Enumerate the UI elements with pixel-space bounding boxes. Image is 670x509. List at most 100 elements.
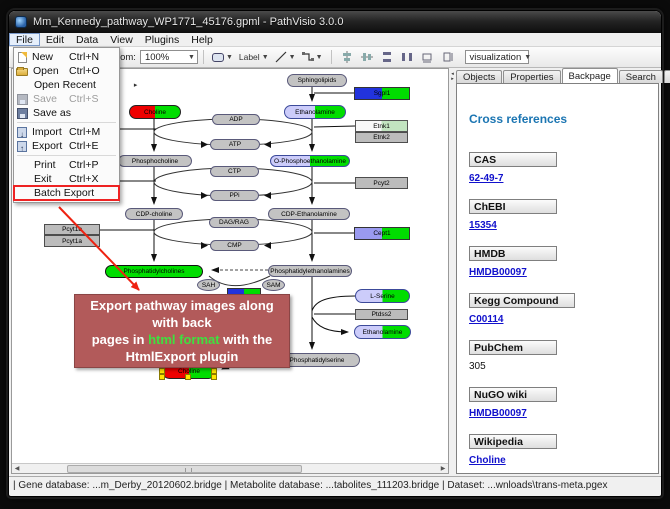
xref-link[interactable]: C00114	[469, 314, 503, 325]
import-icon	[17, 127, 27, 138]
save-as-icon	[17, 108, 28, 119]
line-tool-button[interactable]: ▼	[274, 49, 297, 65]
menu-plugins[interactable]: Plugins	[139, 33, 185, 46]
selection-handle[interactable]	[185, 374, 191, 380]
pathway-node-etnk2[interactable]: Etnk2	[355, 132, 408, 143]
menu-help[interactable]: Help	[185, 33, 219, 46]
distribute-vertical-button[interactable]	[379, 49, 395, 65]
file-menu-item-open[interactable]: OpenCtrl+O	[14, 64, 119, 78]
pathway-node-ptdss2[interactable]: Ptdss2	[355, 309, 408, 320]
pathway-node-ethanolamine[interactable]: Ethanolamine	[284, 105, 346, 119]
pathway-node-cmp[interactable]: CMP	[210, 240, 259, 251]
visualization-combobox[interactable]: visualization ▼	[465, 50, 529, 64]
pathway-node-ctp[interactable]: CTP	[210, 166, 259, 177]
file-menu-item-open-recent[interactable]: Open Recent▸	[14, 78, 119, 92]
tab-properties[interactable]: Properties	[503, 70, 560, 83]
file-menu-item-save[interactable]: SaveCtrl+S	[14, 92, 119, 106]
menu-file[interactable]: File	[9, 33, 40, 46]
menu-data[interactable]: Data	[70, 33, 104, 46]
menu-icon-placeholder	[16, 160, 29, 171]
pathway-node-choline[interactable]: Choline	[129, 105, 181, 119]
align-center-x-icon	[341, 51, 353, 63]
zoom-value: 100%	[145, 52, 169, 63]
tab-search[interactable]: Search	[619, 70, 663, 83]
distribute-horizontal-button[interactable]	[399, 49, 415, 65]
pathway-node-sah[interactable]: SAH	[197, 279, 220, 291]
title-bar[interactable]: Mm_Kennedy_pathway_WP1771_45176.gpml - P…	[9, 11, 661, 33]
align-center-x-button[interactable]	[339, 49, 355, 65]
pathway-node-phosphocholine[interactable]: Phosphocholine	[118, 155, 192, 167]
pathway-node-label: ADP	[229, 116, 242, 123]
menu-item-label: Print	[34, 159, 69, 171]
pathway-node-o-phosphoethanolamine[interactable]: O-Phosphoethanolamine	[270, 155, 350, 167]
menu-view[interactable]: View	[104, 33, 139, 46]
scroll-left-icon[interactable]: ◀	[12, 464, 22, 473]
backpage-panel[interactable]: Cross references CAS62-49-7ChEBI15354HMD…	[456, 83, 659, 474]
pathway-node-pcyt1a[interactable]: Pcyt1a	[44, 235, 100, 247]
pathway-node-ethanolamine[interactable]: Ethanolamine	[354, 325, 411, 339]
selection-handle[interactable]	[159, 368, 165, 374]
tab-backpage[interactable]: Backpage	[562, 68, 618, 83]
xref-link[interactable]: 62-49-7	[469, 173, 503, 184]
pathway-node-cdp-choline[interactable]: CDP-choline	[125, 208, 183, 220]
file-menu-item-exit[interactable]: ExitCtrl+X	[14, 172, 119, 186]
file-menu-item-import[interactable]: ImportCtrl+M	[14, 125, 119, 139]
selection-handle[interactable]	[211, 368, 217, 374]
xref-section-kegg-compound: Kegg CompoundC00114	[469, 293, 658, 327]
pathway-node-pcyt1b[interactable]: Pcyt1b	[44, 224, 100, 235]
datanode-tool-button[interactable]: ▼	[211, 49, 234, 65]
menu-edit[interactable]: Edit	[40, 33, 70, 46]
pathway-node-phosphatidylcholines[interactable]: Phosphatidylcholines	[105, 265, 203, 278]
pathway-node-label: CDP-choline	[136, 211, 173, 218]
pathway-node-adp[interactable]: ADP	[212, 114, 260, 125]
pathway-node-sphingolipids[interactable]: Sphingolipids	[287, 74, 347, 87]
pathway-node-phosphatidylethanolamines[interactable]: Phosphatidylethanolamines	[268, 265, 352, 277]
pathway-node-cdp-ethanolamine[interactable]: CDP-Ethanolamine	[268, 208, 350, 220]
pathway-node-l-serine[interactable]: L-Serine	[355, 289, 410, 303]
pathway-node-atp[interactable]: ATP	[210, 139, 260, 150]
pathway-node-etnk1[interactable]: Etnk1	[355, 120, 408, 132]
side-panel-tabs: ObjectsPropertiesBackpageSearchLegend	[456, 68, 659, 83]
zoom-combobox[interactable]: 100% ▼	[140, 50, 198, 64]
pathway-node-label: Pcyt2	[373, 180, 389, 187]
horizontal-scrollbar[interactable]: ◀ ▶	[12, 463, 448, 473]
pathway-node-label: L-Serine	[370, 293, 395, 300]
xref-section-chebi: ChEBI 15354	[469, 199, 658, 233]
common-width-button[interactable]	[419, 49, 435, 65]
xref-link[interactable]: 15354	[469, 220, 497, 231]
common-height-button[interactable]	[439, 49, 455, 65]
scroll-right-icon[interactable]: ▶	[438, 464, 448, 473]
pathway-node-label: Phosphocholine	[132, 158, 178, 165]
pathway-node-label: PPi	[229, 192, 239, 199]
file-menu-item-save-as[interactable]: Save as	[14, 106, 119, 120]
connector-tool-button[interactable]: ▼	[301, 49, 324, 65]
file-menu-item-export[interactable]: ExportCtrl+E	[14, 139, 119, 153]
pathway-node-label: Sgpl1	[374, 90, 391, 97]
menu-item-shortcut: Ctrl+O	[69, 65, 107, 77]
pathway-node-label: Pcyt1a	[62, 238, 82, 245]
xref-link[interactable]: Choline	[469, 455, 506, 466]
pathway-node-sgpl1[interactable]: Sgpl1	[354, 87, 410, 100]
splitter-collapse-icons[interactable]: ◂▸	[449, 72, 456, 82]
menu-separator	[17, 155, 116, 156]
tab-objects[interactable]: Objects	[456, 70, 502, 83]
align-center-y-button[interactable]	[359, 49, 375, 65]
selection-handle[interactable]	[159, 374, 165, 380]
pathway-node-pcyt2[interactable]: Pcyt2	[355, 177, 408, 189]
tab-legend[interactable]: Legend	[664, 70, 670, 83]
pathway-node-dag-rag[interactable]: DAG/RAG	[209, 217, 259, 228]
pathway-node-sam[interactable]: SAM	[262, 279, 285, 291]
file-menu-item-batch-export[interactable]: Batch Export	[14, 186, 119, 200]
xref-source-header: ChEBI	[469, 199, 557, 214]
distribute-horizontal-icon	[401, 51, 413, 63]
panel-splitter[interactable]: ◂▸	[449, 68, 456, 474]
pathway-node-ppi[interactable]: PPi	[210, 190, 259, 201]
label-tool-button[interactable]: Label ▼	[238, 49, 270, 65]
xref-link[interactable]: HMDB00097	[469, 408, 527, 419]
pathway-node-cept1[interactable]: Cept1	[354, 227, 410, 240]
file-menu-item-print[interactable]: PrintCtrl+P	[14, 158, 119, 172]
xref-link[interactable]: HMDB00097	[469, 267, 527, 278]
file-menu-item-new[interactable]: NewCtrl+N	[14, 50, 119, 64]
scrollbar-thumb[interactable]	[67, 465, 302, 473]
selection-handle[interactable]	[211, 374, 217, 380]
